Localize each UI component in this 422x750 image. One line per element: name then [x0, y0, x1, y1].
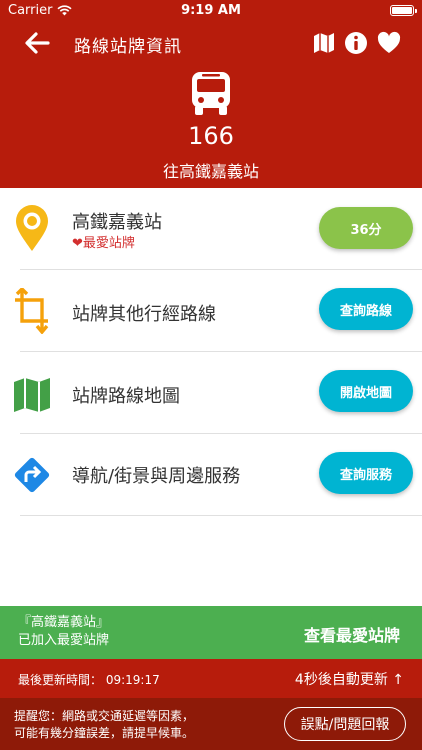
open-map-button[interactable]: 開啟地圖: [319, 370, 413, 412]
crop-routes-icon: [15, 288, 49, 334]
favorite-stop-tag: ❤最愛站牌: [72, 236, 135, 251]
navigation-label: 導航/街景與周邊服務: [72, 466, 241, 487]
status-time: 9:19 AM: [181, 3, 241, 18]
status-bar: Carrier 9:19 AM: [0, 0, 422, 22]
route-destination: 往高鐵嘉義站: [162, 162, 259, 181]
location-pin-icon: [16, 205, 48, 251]
toast-message-line2: 已加入最愛站牌: [18, 633, 110, 648]
page-title: 路線站牌資訊: [74, 37, 182, 57]
info-icon[interactable]: [343, 30, 369, 56]
arrival-time-button[interactable]: 36分: [319, 207, 413, 249]
directions-icon: [14, 457, 50, 493]
other-routes-label: 站牌其他行經路線: [72, 304, 216, 325]
delay-notice-line1: 提醒您：網路或交通延遲等因素，: [14, 709, 195, 723]
auto-refresh-countdown[interactable]: 4秒後自動更新 ↑: [295, 669, 404, 689]
report-issue-button[interactable]: 誤點/問題回報: [284, 707, 406, 741]
footer-notice: 提醒您：網路或交通延遲等因素， 可能有幾分鐘誤差，請提早候車。 誤點/問題回報: [0, 698, 422, 750]
route-map-label: 站牌路線地圖: [72, 386, 180, 407]
other-routes-row[interactable]: 站牌其他行經路線 查詢路線: [0, 270, 422, 352]
battery-icon: [390, 5, 417, 16]
stop-name: 高鐵嘉義站: [72, 212, 162, 233]
route-number: 166: [188, 122, 234, 150]
header: Carrier 9:19 AM 路線站牌資訊 166 往高鐵嘉義站: [0, 0, 422, 188]
bus-icon: [192, 72, 230, 115]
heart-icon[interactable]: [376, 30, 402, 56]
delay-notice: 提醒您：網路或交通延遲等因素， 可能有幾分鐘誤差，請提早候車。: [14, 708, 194, 742]
back-arrow-icon[interactable]: [22, 28, 52, 58]
folded-map-icon: [14, 378, 50, 412]
toast-message: 『高鐵嘉義站』 已加入最愛站牌: [18, 614, 109, 650]
divider: [20, 515, 422, 516]
update-bar: 最後更新時間： 09:19:17 4秒後自動更新 ↑: [0, 659, 422, 698]
map-icon[interactable]: [311, 30, 337, 56]
last-updated-time: 最後更新時間： 09:19:17: [18, 673, 160, 687]
route-map-row[interactable]: 站牌路線地圖 開啟地圖: [0, 352, 422, 434]
toast-message-line1: 『高鐵嘉義站』: [18, 615, 110, 630]
query-services-button[interactable]: 查詢服務: [319, 452, 413, 494]
favorite-added-toast: 『高鐵嘉義站』 已加入最愛站牌 查看最愛站牌: [0, 606, 422, 659]
view-favorites-button[interactable]: 查看最愛站牌: [304, 622, 400, 646]
query-routes-button[interactable]: 查詢路線: [319, 288, 413, 330]
navigation-row[interactable]: 導航/街景與周邊服務 查詢服務: [0, 434, 422, 516]
delay-notice-line2: 可能有幾分鐘誤差，請提早候車。: [14, 726, 195, 740]
